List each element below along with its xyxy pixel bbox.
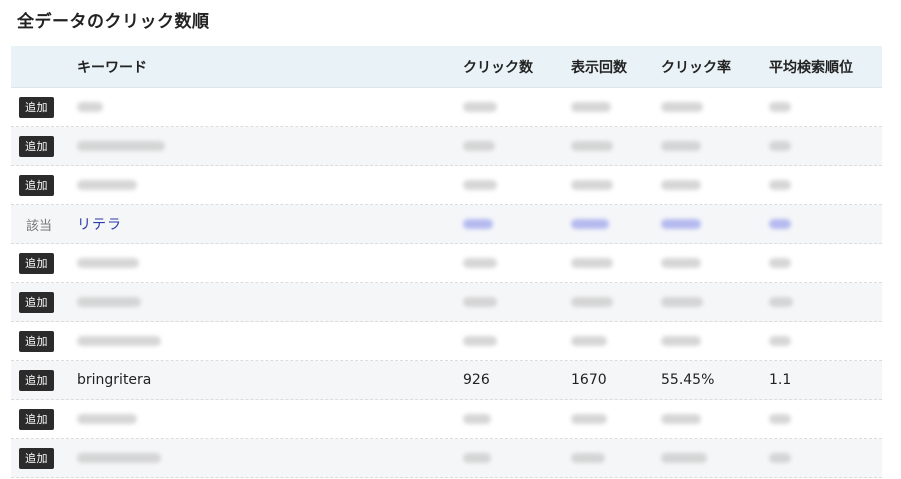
blurred-value [661,414,701,424]
blurred-value [571,336,607,346]
blurred-keyword [77,453,161,463]
keyword-link[interactable]: リテラ [77,214,122,234]
table-row: 追加 [11,88,882,127]
blurred-value [769,102,791,112]
table-row: 追加 [11,439,882,478]
blurred-keyword [77,102,103,112]
add-button[interactable]: 追加 [19,174,54,196]
clicks-value: 926 [463,372,490,388]
position-value: 1.1 [769,372,792,388]
blurred-value [661,297,703,307]
blurred-value [571,180,613,190]
add-button[interactable]: 追加 [19,291,54,313]
blurred-keyword [77,141,165,151]
blurred-value [571,102,611,112]
add-button[interactable]: 追加 [19,96,54,118]
blurred-keyword [77,180,137,190]
blurred-value [571,297,613,307]
table-row: 追加 [11,244,882,283]
blurred-keyword [77,414,137,424]
header-ctr: クリック率 [661,59,731,76]
blurred-value [769,258,791,268]
blurred-value [769,297,793,307]
add-button[interactable]: 追加 [19,369,54,391]
header-impressions: 表示回数 [571,59,627,76]
blurred-value [769,336,791,346]
blurred-value [769,180,791,190]
add-button[interactable]: 追加 [19,408,54,430]
table-row: 追加 [11,166,882,205]
table-header: キーワード クリック数 表示回数 クリック率 平均検索順位 [11,46,882,88]
add-button[interactable]: 追加 [19,252,54,274]
table-row: 追加 bringritera 926 1670 55.45% 1.1 [11,361,882,400]
add-button[interactable]: 追加 [19,135,54,157]
blurred-value [661,102,703,112]
ctr-value: 55.45% [661,372,715,388]
blurred-value [463,336,497,346]
blurred-value [769,414,791,424]
blurred-keyword [77,258,139,268]
match-label: 該当 [26,218,53,234]
blurred-value [661,219,701,229]
blurred-value [463,258,497,268]
header-action [19,46,69,87]
blurred-keyword [77,336,161,346]
table-row-match: 該当 リテラ [11,205,882,244]
blurred-value [571,219,609,229]
blurred-value [463,453,491,463]
impressions-value: 1670 [571,372,607,388]
header-keyword: キーワード [77,59,147,76]
keyword-text: bringritera [77,372,152,388]
blurred-value [661,453,707,463]
blurred-value [463,141,495,151]
blurred-value [661,336,701,346]
blurred-value [769,219,791,229]
blurred-value [463,414,491,424]
blurred-value [463,180,497,190]
blurred-keyword [77,297,141,307]
add-button[interactable]: 追加 [19,330,54,352]
table-row: 追加 [11,322,882,361]
blurred-value [661,141,701,151]
page-title: 全データのクリック数順 [17,12,210,32]
header-clicks: クリック数 [463,59,533,76]
add-button[interactable]: 追加 [19,447,54,469]
table-row: 追加 [11,400,882,439]
blurred-value [661,180,701,190]
blurred-value [661,258,701,268]
blurred-value [769,453,791,463]
keyword-table: キーワード クリック数 表示回数 クリック率 平均検索順位 追加 追加 追加 該… [11,46,882,478]
blurred-value [571,414,607,424]
table-row: 追加 [11,283,882,322]
table-row: 追加 [11,127,882,166]
blurred-value [463,297,497,307]
blurred-value [571,453,605,463]
header-position: 平均検索順位 [769,59,853,76]
blurred-value [769,141,791,151]
blurred-value [571,141,613,151]
blurred-value [463,219,493,229]
blurred-value [571,258,613,268]
blurred-value [463,102,497,112]
